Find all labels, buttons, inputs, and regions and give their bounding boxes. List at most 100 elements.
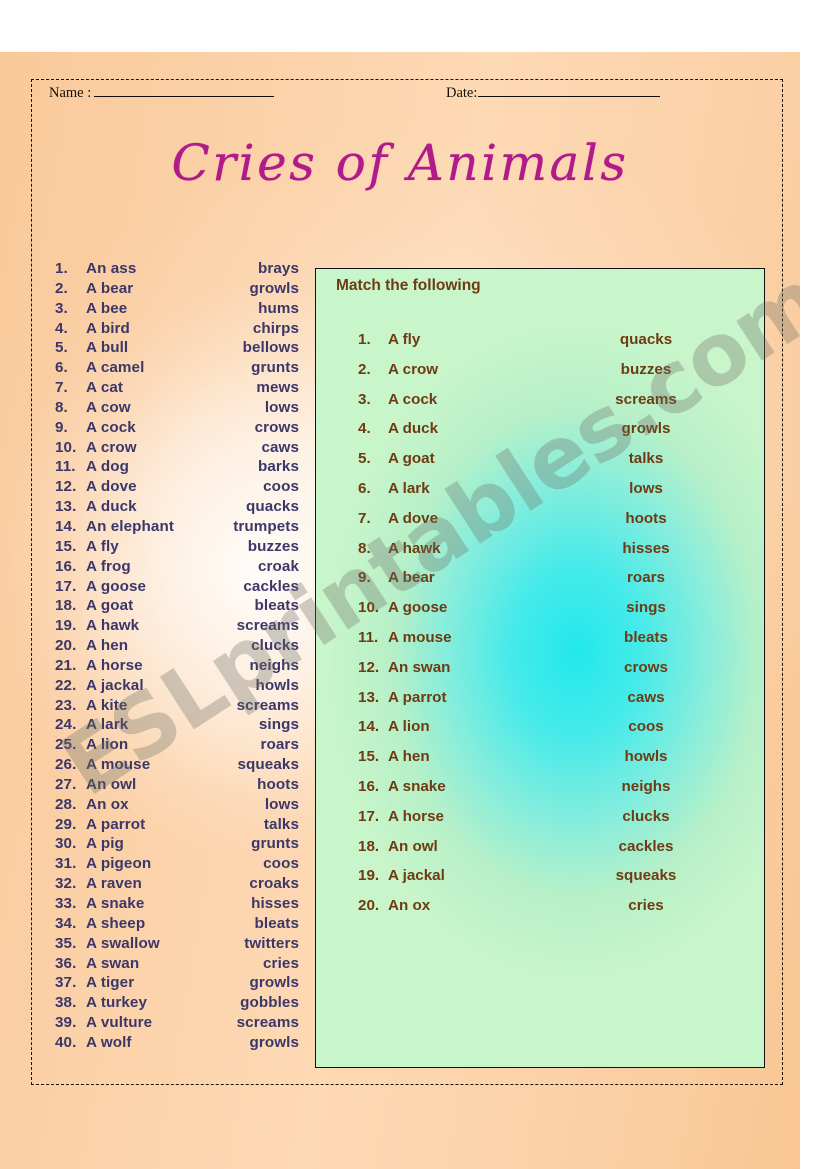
reference-list-item: 26. A mouse squeaks [55,756,301,776]
animal-sound: buzzes [247,537,299,555]
animal-sound: cackles [243,577,299,595]
animal-sound: barks [257,458,299,476]
animal-name: A cow [86,398,131,416]
animal-name: A bee [86,299,128,317]
reference-list-item: 7. A cat mews [55,379,301,399]
item-number: 1. [55,260,68,277]
exercise-list-item: 4. A duck growls [358,420,744,450]
animal-name: A sheep [86,914,146,932]
exercise-list: 1. A fly quacks 2. A crow buzzes 3. A cock screa… [358,331,744,927]
animal-sound: mews [256,379,299,397]
animal-sound: howls [255,676,299,694]
animal-sound: growls [621,420,671,438]
animal-name: A swallow [86,934,160,952]
animal-name: A cock [86,418,136,436]
item-number: 22. [55,676,77,694]
reference-list-item: 19. A hawk screams [55,617,301,637]
animal-name: A jackal [388,867,445,885]
reference-list: 1. An ass brays 2. A bear growls 3. A bee hums 4.… [55,260,301,1054]
item-number: 31. [55,855,77,873]
animal-name: A vulture [86,1014,153,1032]
item-number: 11. [55,458,76,476]
name-input-line[interactable] [94,96,275,97]
animal-sound: cries [628,897,664,915]
item-number: 36. [55,954,77,972]
item-number: 35. [55,934,77,952]
reference-list-item: 8. A cow lows [55,399,301,419]
item-number: 14. [55,517,77,535]
animal-name: A hen [86,637,129,655]
exercise-list-item: 13. A parrot caws [358,689,744,719]
item-number: 3. [55,299,68,317]
exercise-list-item: 18. An owl cackles [358,838,744,868]
animal-sound: hoots [257,775,299,793]
item-number: 18. [358,837,380,855]
animal-sound: caws [627,688,665,706]
reference-list-item: 12. A dove coos [55,478,301,498]
animal-sound: crows [624,658,668,676]
reference-list-item: 30. A pig grunts [55,835,301,855]
exercise-list-item: 12. An swan crows [358,659,744,689]
animal-sound: clucks [251,637,299,655]
reference-list-item: 18. A goat bleats [55,597,301,617]
animal-name: A lion [86,736,129,754]
animal-name: A horse [388,807,444,825]
animal-name: A cock [388,390,438,408]
animal-sound: screams [236,617,299,635]
animal-sound: bleats [254,914,299,932]
animal-name: An ox [86,795,129,813]
animal-name: A goose [388,599,448,617]
exercise-list-item: 15. A hen howls [358,748,744,778]
exercise-list-item: 8. A hawk hisses [358,540,744,570]
item-number: 6. [55,359,68,377]
item-number: 32. [55,875,77,893]
reference-list-item: 13. A duck quacks [55,498,301,518]
item-number: 40. [55,1033,77,1051]
item-number: 17. [55,577,77,595]
animal-sound: buzzes [620,360,672,378]
item-number: 5. [358,450,371,468]
item-number: 13. [358,688,380,706]
item-number: 7. [358,509,371,527]
animal-name: A fly [86,537,119,555]
item-number: 21. [55,656,77,674]
animal-sound: croaks [249,875,299,893]
animal-sound: lows [264,398,299,416]
reference-list-item: 35. A swallow twitters [55,935,301,955]
animal-name: A camel [86,359,145,377]
item-number: 8. [358,539,371,557]
date-input-line[interactable] [478,96,661,97]
animal-name: A crow [86,438,137,456]
item-number: 16. [55,557,77,575]
reference-list-item: 20. A hen clucks [55,637,301,657]
item-number: 30. [55,835,77,853]
animal-name: A bear [86,279,134,297]
item-number: 1. [358,331,371,348]
item-number: 10. [55,438,77,456]
item-number: 19. [55,617,77,635]
date-label: Date: [446,85,478,101]
animal-name: A horse [86,656,143,674]
reference-list-item: 37. A tiger growls [55,974,301,994]
animal-name: An owl [388,837,438,855]
animal-sound: growls [249,279,299,297]
reference-list-item: 1. An ass brays [55,260,301,280]
animal-sound: quacks [246,498,299,516]
animal-sound: bleats [624,628,668,646]
reference-list-item: 2. A bear growls [55,280,301,300]
animal-sound: coos [628,718,664,736]
animal-name: A goat [388,450,435,468]
reference-list-item: 31. A pigeon coos [55,855,301,875]
animal-sound: hisses [251,895,299,912]
animal-name: A kite [86,696,128,714]
item-number: 28. [55,795,77,813]
item-number: 3. [358,390,371,408]
exercise-list-item: 1. A fly quacks [358,331,744,361]
animal-sound: quacks [619,331,673,348]
reference-list-item: 28. An ox lows [55,796,301,816]
animal-name: A pig [86,835,124,853]
item-number: 6. [358,479,371,497]
exercise-list-item: 10. A goose sings [358,599,744,629]
item-number: 17. [358,807,380,825]
animal-sound: lows [264,795,299,813]
